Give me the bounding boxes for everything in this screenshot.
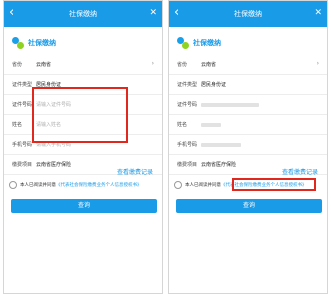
highlight-box-agreement bbox=[232, 178, 316, 191]
id-number-input-redacted[interactable] bbox=[201, 103, 259, 107]
social-security-logo-icon bbox=[177, 37, 189, 49]
payment-item-label: 缴费项目 bbox=[12, 162, 33, 168]
id-number-label: 证件号码 bbox=[12, 102, 33, 108]
payment-item-value: 云南省医疗保险 bbox=[201, 162, 237, 168]
id-type-label: 证件类型 bbox=[177, 82, 198, 88]
id-number-label: 证件号码 bbox=[177, 102, 198, 108]
province-value: 云南省 bbox=[201, 62, 217, 68]
query-button[interactable]: 查询 bbox=[176, 199, 322, 213]
payment-item-label: 缴费项目 bbox=[177, 162, 198, 168]
phone-input-redacted[interactable] bbox=[201, 143, 241, 147]
name-input-redacted[interactable] bbox=[201, 123, 221, 127]
agreement-text: 本人已阅读并同意《代表社会保险缴费业务个人信息授权书》 bbox=[20, 183, 142, 188]
page-title: 社保缴纳 bbox=[234, 10, 262, 18]
brand-header: 社保缴纳 bbox=[12, 35, 56, 51]
id-number-row: 证件号码 bbox=[169, 95, 327, 115]
title-bar: ‹ 社保缴纳 ✕ bbox=[169, 1, 327, 27]
brand-header: 社保缴纳 bbox=[177, 35, 221, 51]
radio-unchecked-icon[interactable] bbox=[174, 181, 182, 189]
province-row[interactable]: 省份 云南省 › bbox=[4, 55, 162, 75]
id-type-row[interactable]: 证件类型 居民身份证 bbox=[169, 75, 327, 95]
payment-form: 省份 云南省 › 证件类型 居民身份证 证件号码 姓名 手机号码 缴费项目 云南… bbox=[169, 55, 327, 175]
chevron-right-icon: › bbox=[151, 60, 154, 67]
province-row[interactable]: 省份 云南省 › bbox=[169, 55, 327, 75]
phone-label: 手机号码 bbox=[177, 142, 198, 148]
phone-label: 手机号码 bbox=[12, 142, 33, 148]
id-type-value: 居民身份证 bbox=[201, 82, 227, 88]
close-icon[interactable]: ✕ bbox=[149, 7, 157, 19]
id-type-label: 证件类型 bbox=[12, 82, 33, 88]
province-label: 省份 bbox=[12, 62, 23, 68]
payment-records-link[interactable]: 查看缴费记录 bbox=[117, 167, 153, 176]
page-title: 社保缴纳 bbox=[69, 10, 97, 18]
brand-name: 社保缴纳 bbox=[193, 39, 221, 47]
social-security-logo-icon bbox=[12, 37, 24, 49]
close-icon[interactable]: ✕ bbox=[314, 7, 322, 19]
title-bar: ‹ 社保缴纳 ✕ bbox=[4, 1, 162, 27]
name-row: 姓名 bbox=[169, 115, 327, 135]
screen-left: ‹ 社保缴纳 ✕ 社保缴纳 省份 云南省 › 证件类型 居民身份证 证件号码 请… bbox=[3, 0, 163, 294]
payment-records-link[interactable]: 查看缴费记录 bbox=[282, 167, 318, 176]
screen-right: ‹ 社保缴纳 ✕ 社保缴纳 省份 云南省 › 证件类型 居民身份证 证件号码 姓… bbox=[168, 0, 328, 294]
name-label: 姓名 bbox=[12, 122, 23, 128]
province-label: 省份 bbox=[177, 62, 188, 68]
brand-name: 社保缴纳 bbox=[28, 39, 56, 47]
province-value: 云南省 bbox=[36, 62, 52, 68]
name-label: 姓名 bbox=[177, 122, 188, 128]
highlight-box-inputs bbox=[32, 87, 128, 143]
radio-unchecked-icon[interactable] bbox=[9, 181, 17, 189]
phone-row: 手机号码 bbox=[169, 135, 327, 155]
payment-item-value: 云南省医疗保险 bbox=[36, 162, 72, 168]
agreement-row: 本人已阅读并同意《代表社会保险缴费业务个人信息授权书》 bbox=[9, 180, 159, 190]
authorization-doc-link[interactable]: 《代表社会保险缴费业务个人信息授权书》 bbox=[56, 183, 142, 188]
chevron-right-icon: › bbox=[316, 60, 319, 67]
query-button[interactable]: 查询 bbox=[11, 199, 157, 213]
